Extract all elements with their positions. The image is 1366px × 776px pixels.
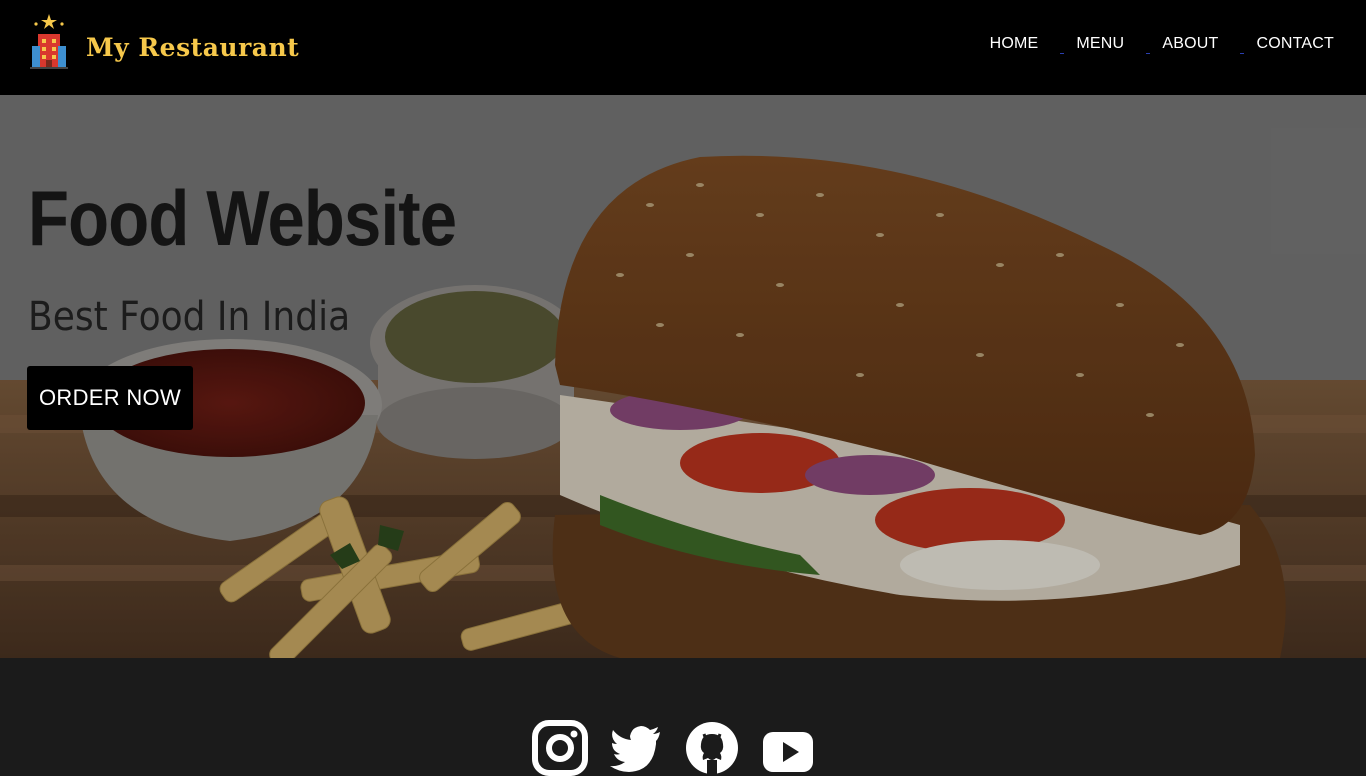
hero-title: Food Website: [28, 174, 457, 262]
brand-name[interactable]: My Restaurant: [86, 33, 299, 62]
nav-home[interactable]: HOME: [990, 34, 1039, 54]
nav-menu[interactable]: MENU: [1060, 34, 1124, 54]
footer: [0, 658, 1366, 776]
main-nav: HOME MENU ABOUT CONTACT: [952, 34, 1334, 54]
nav-about[interactable]: ABOUT: [1146, 34, 1218, 54]
order-now-button[interactable]: ORDER NOW: [27, 366, 193, 430]
hero-subtitle: Best Food In India: [28, 294, 351, 340]
nav-contact[interactable]: CONTACT: [1240, 34, 1334, 54]
hero-banner: Food Website Best Food In India ORDER NO…: [0, 95, 1366, 658]
restaurant-logo-icon[interactable]: [24, 12, 74, 72]
top-navbar: My Restaurant HOME MENU ABOUT CONTACT: [0, 0, 1366, 95]
